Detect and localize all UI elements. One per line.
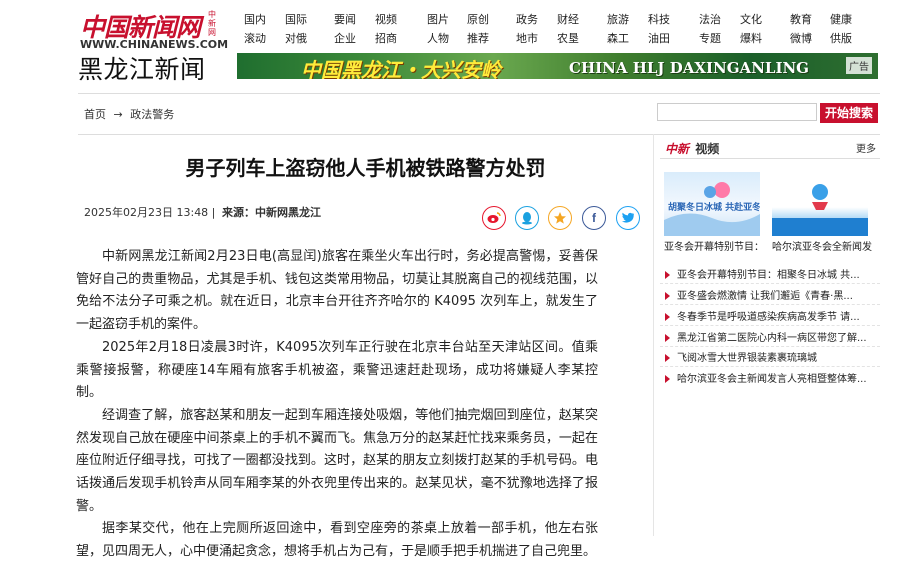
video-section-title[interactable]: 中新 视频 [665, 140, 719, 157]
breadcrumb-section[interactable]: 政法警务 [130, 108, 174, 121]
news-list-item[interactable]: 哈尔滨亚冬会主新闻发言人亮相暨整体筹... [665, 370, 877, 385]
nav-link[interactable]: 森工 [607, 30, 629, 46]
nav-link[interactable]: 招商 [375, 30, 397, 46]
news-title: 飞阅冰雪大世界银装素裹琉璃城 [677, 353, 817, 364]
nav-link[interactable]: 爆料 [740, 30, 762, 46]
news-list-item[interactable]: 黑龙江省第二医院心内科一病区带您了解... [665, 329, 877, 344]
video-label: 视频 [695, 142, 720, 156]
video-thumbnail[interactable]: 胡聚冬日冰城 共赴亚冬之约 [664, 172, 760, 236]
nav-link[interactable]: 供版 [830, 30, 852, 46]
nav-link[interactable]: 政务 [516, 11, 538, 27]
bullet-triangle-icon [665, 334, 670, 342]
news-list-item[interactable]: 飞阅冰雪大世界银装素裹琉璃城 [665, 349, 877, 364]
article-paragraph: 中新网黑龙江新闻2月23日电(高显闰)旅客在乘坐火车出行时，务必提高警惕，妥善保… [76, 249, 598, 333]
thumbnail-caption[interactable]: 哈尔滨亚冬会全新闻发 [772, 238, 872, 253]
divider [660, 304, 880, 306]
nav-link[interactable]: 国际 [285, 11, 307, 27]
nav-link[interactable]: 人物 [427, 30, 449, 46]
nav-link[interactable]: 滚动 [244, 30, 266, 46]
article-date: 2025年02月23日 13:48 | [84, 206, 216, 219]
article-title: 男子列车上盗窃他人手机被铁路警方处罚 [185, 156, 546, 180]
nav-link[interactable]: 对俄 [285, 30, 307, 46]
news-list-item[interactable]: 冬春季节是呼吸道感染疾病高发季节 请... [665, 308, 877, 323]
divider [660, 158, 880, 159]
nav-link[interactable]: 健康 [830, 11, 852, 27]
ad-banner[interactable]: 中国黑龙江・大兴安岭 CHINA HLJ DAXINGANLING 广告 [237, 53, 878, 79]
nav-link[interactable]: 原创 [467, 11, 489, 27]
news-title: 亚冬盛会燃激情 让我们邂逅《青春·黑... [677, 291, 853, 302]
channel-title[interactable]: 黑龙江新闻 [78, 50, 206, 86]
bullet-triangle-icon [665, 271, 670, 279]
ad-label: 广告 [846, 57, 872, 74]
article-source: 来源：中新网黑龙江 [222, 206, 321, 219]
qzone-share-icon[interactable] [548, 206, 572, 230]
search-input[interactable] [657, 103, 817, 121]
news-title: 亚冬会开幕特别节目：相聚冬日冰城 共... [677, 270, 860, 281]
video-more-link[interactable]: 更多 [856, 140, 876, 155]
news-list-item[interactable]: 亚冬盛会燃激情 让我们邂逅《青春·黑... [665, 287, 877, 302]
breadcrumb-home[interactable]: 首页 [84, 108, 106, 121]
nav-link[interactable]: 专题 [699, 30, 721, 46]
divider [660, 366, 880, 368]
weibo-share-icon[interactable] [482, 206, 506, 230]
qq-share-icon[interactable] [515, 206, 539, 230]
nav-link[interactable]: 国内 [244, 11, 266, 27]
nav-link[interactable]: 农垦 [557, 30, 579, 46]
breadcrumb: 首页 → 政法警务 [84, 106, 174, 122]
nav-link[interactable]: 推荐 [467, 30, 489, 46]
breadcrumb-arrow-icon: → [113, 108, 123, 121]
nav-link[interactable]: 微博 [790, 30, 812, 46]
nav-link[interactable]: 法治 [699, 11, 721, 27]
article-paragraph: 2025年2月18日凌晨3时许，K4095次列车正行驶在北京丰台站至天津站区间。… [76, 339, 598, 401]
article-body: 中新网黑龙江新闻2月23日电(高显闰)旅客在乘坐火车出行时，务必提高警惕，妥善保… [76, 246, 598, 564]
bullet-triangle-icon [665, 375, 670, 383]
thumbnail-text: 胡聚冬日冰城 共赴亚冬之约 [668, 203, 760, 213]
divider [660, 346, 880, 348]
divider [660, 283, 880, 285]
bullet-triangle-icon [665, 354, 670, 362]
nav-link[interactable]: 要闻 [334, 11, 356, 27]
article-paragraph: 经调查了解，旅客赵某和朋友一起到车厢连接处吸烟，等他们抽完烟回到座位，赵某突然发… [76, 407, 598, 514]
search-button[interactable]: 开始搜索 [820, 103, 878, 123]
article-paragraph: 据李某交代，他在上完厕所返回途中，看到空座旁的茶桌上放着一部手机，他左右张望，见… [76, 521, 598, 560]
banner-cn-text: 中国黑龙江・大兴安岭 [301, 58, 501, 79]
bullet-triangle-icon [665, 313, 670, 321]
nav-link[interactable]: 油田 [648, 30, 670, 46]
news-list-item[interactable]: 亚冬会开幕特别节目：相聚冬日冰城 共... [665, 266, 877, 281]
nav-link[interactable]: 企业 [334, 30, 356, 46]
twitter-share-icon[interactable] [616, 206, 640, 230]
news-title: 冬春季节是呼吸道感染疾病高发季节 请... [677, 312, 860, 323]
news-title: 黑龙江省第二医院心内科一病区带您了解... [677, 333, 867, 344]
nav-link[interactable]: 图片 [427, 11, 449, 27]
thumbnail-caption[interactable]: 亚冬会开幕特别节目： [664, 238, 764, 253]
facebook-share-icon[interactable]: f [582, 206, 606, 230]
banner-en-text: CHINA HLJ DAXINGANLING [569, 59, 809, 77]
news-title: 哈尔滨亚冬会主新闻发言人亮相暨整体筹... [677, 374, 867, 385]
video-logo: 中新 [665, 142, 690, 156]
nav-link[interactable]: 地市 [516, 30, 538, 46]
divider [660, 325, 880, 327]
logo-side-text: 中新网 [208, 10, 216, 37]
bullet-triangle-icon [665, 292, 670, 300]
sidebar-divider [653, 134, 654, 536]
nav-link[interactable]: 财经 [557, 11, 579, 27]
nav-link[interactable]: 旅游 [607, 11, 629, 27]
video-thumbnail[interactable] [772, 172, 868, 236]
nav-link[interactable]: 视频 [375, 11, 397, 27]
nav-link[interactable]: 文化 [740, 11, 762, 27]
nav-link[interactable]: 教育 [790, 11, 812, 27]
nav-link[interactable]: 科技 [648, 11, 670, 27]
